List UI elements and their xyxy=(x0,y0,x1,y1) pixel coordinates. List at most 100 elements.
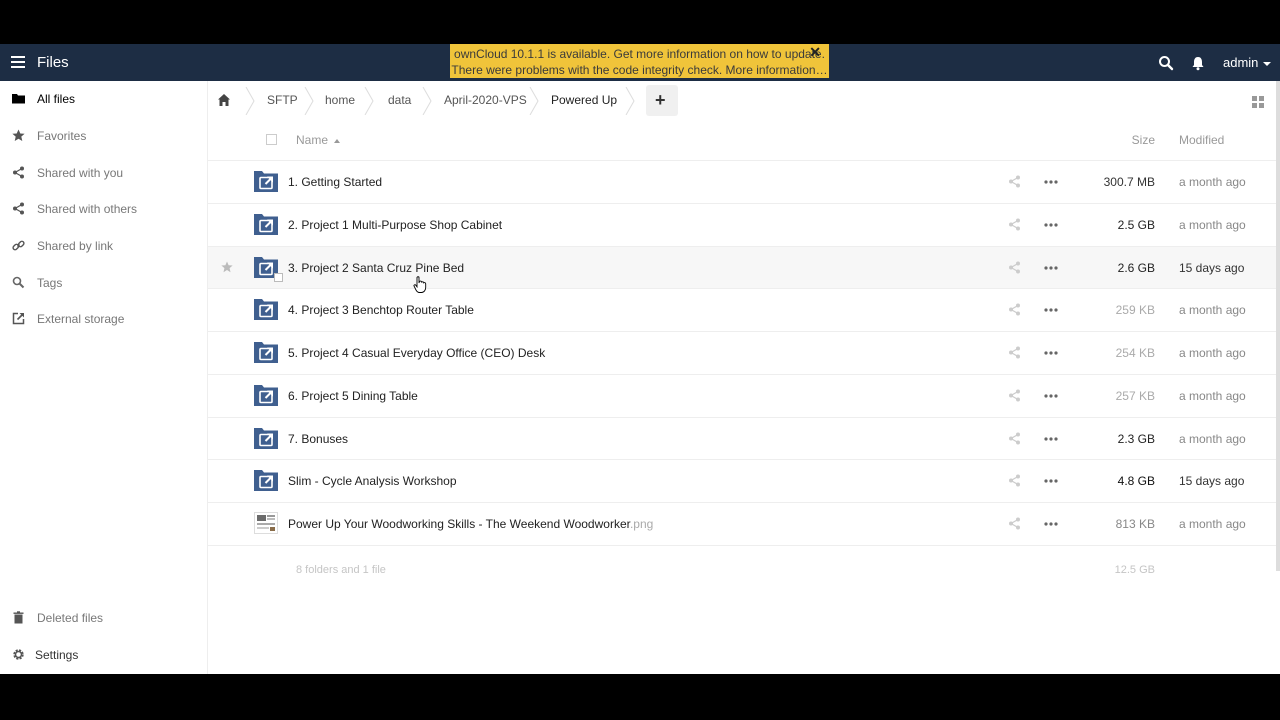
breadcrumb-item[interactable]: SFTP xyxy=(267,93,298,107)
file-basename: Slim - Cycle Analysis Workshop xyxy=(288,474,457,489)
file-row[interactable]: Slim - Cycle Analysis Workshop 4.8 GB 15 d… xyxy=(208,460,1276,503)
more-options-icon[interactable] xyxy=(1044,394,1058,398)
new-button[interactable]: + xyxy=(646,85,678,116)
summary-size: 12.5 GB xyxy=(1114,564,1155,576)
grid-view-icon[interactable] xyxy=(1252,96,1264,108)
notification-integrity-text[interactable]: There were problems with the code integr… xyxy=(450,62,829,78)
row-checkbox[interactable] xyxy=(274,272,283,282)
share-icon[interactable] xyxy=(1008,474,1021,487)
share-icon[interactable] xyxy=(1008,517,1021,530)
sidebar-item-label: Shared with others xyxy=(37,202,138,216)
file-row[interactable]: 4. Project 3 Benchtop Router Table 259 KB… xyxy=(208,289,1276,332)
more-options-icon[interactable] xyxy=(1044,223,1058,227)
breadcrumb-item-current[interactable]: Powered Up xyxy=(551,93,617,107)
file-row[interactable]: 1. Getting Started 300.7 MB a month ago xyxy=(208,161,1276,204)
file-basename: 5. Project 4 Casual Everyday Office (CEO… xyxy=(288,346,546,360)
column-modified[interactable]: Modified xyxy=(1179,133,1224,147)
file-row[interactable]: 3. Project 2 Santa Cruz Pine Bed 2.6 GB 15… xyxy=(208,246,1276,290)
more-options-icon[interactable] xyxy=(1044,308,1058,312)
link-icon xyxy=(12,240,25,251)
sidebar-item-favorites[interactable]: Favorites xyxy=(0,121,208,151)
more-options-icon[interactable] xyxy=(1044,479,1058,483)
file-size: 254 KB xyxy=(1115,346,1155,360)
share-icon[interactable] xyxy=(1008,432,1021,445)
more-options-icon[interactable] xyxy=(1044,436,1058,441)
sidebar-item-deleted-files[interactable]: Deleted files xyxy=(0,603,208,633)
file-modified: a month ago xyxy=(1179,388,1246,403)
breadcrumb-item[interactable]: data xyxy=(388,93,411,107)
file-basename: 4. Project 3 Benchtop Router Table xyxy=(288,303,474,318)
sidebar-item-shared-with-others[interactable]: Shared with others xyxy=(0,194,208,224)
plus-icon: + xyxy=(655,90,666,110)
close-icon[interactable]: ✕ xyxy=(809,44,821,60)
shared-folder-icon xyxy=(254,213,278,235)
star-icon[interactable] xyxy=(221,261,233,273)
breadcrumb-item[interactable]: April-2020-VPS xyxy=(444,93,527,107)
hand-cursor-icon xyxy=(413,276,427,293)
shared-folder-icon xyxy=(254,384,278,406)
sidebar-item-label: Shared by link xyxy=(37,239,114,253)
home-icon[interactable] xyxy=(217,93,231,107)
file-name[interactable]: 2. Project 1 Multi-Purpose Shop Cabinet xyxy=(288,218,502,232)
file-row[interactable]: 7. Bonuses 2.3 GB a month ago xyxy=(208,418,1276,461)
chevron-right-icon xyxy=(364,87,374,115)
sidebar-item-shared-by-link[interactable]: Shared by link xyxy=(0,231,208,261)
file-row[interactable]: 5. Project 4 Casual Everyday Office (CEO… xyxy=(208,332,1276,375)
file-name[interactable]: 6. Project 5 Dining Table xyxy=(288,389,418,403)
file-modified: a month ago xyxy=(1179,517,1246,531)
share-icon xyxy=(13,166,24,179)
more-options-icon[interactable] xyxy=(1044,180,1058,184)
shared-folder-icon xyxy=(254,299,278,321)
select-all-checkbox[interactable] xyxy=(266,134,277,145)
file-name[interactable]: Slim - Cycle Analysis Workshop xyxy=(288,474,457,488)
more-options-icon[interactable] xyxy=(1044,351,1058,355)
share-icon[interactable] xyxy=(1008,261,1021,274)
breadcrumb-item[interactable]: home xyxy=(325,93,355,107)
search-icon[interactable] xyxy=(1158,55,1174,71)
menu-icon[interactable] xyxy=(11,56,25,68)
file-size: 259 KB xyxy=(1115,303,1155,318)
file-name[interactable]: Power Up Your Woodworking Skills - The W… xyxy=(288,517,653,531)
file-basename: 3. Project 2 Santa Cruz Pine Bed xyxy=(288,260,465,275)
file-name[interactable]: 5. Project 4 Casual Everyday Office (CEO… xyxy=(288,346,545,360)
scrollbar[interactable] xyxy=(1276,81,1280,571)
file-size: 257 KB xyxy=(1115,388,1155,403)
file-size: 300.7 MB xyxy=(1103,175,1155,189)
share-icon[interactable] xyxy=(1008,389,1021,402)
chevron-right-icon xyxy=(245,87,255,115)
file-basename: 6. Project 5 Dining Table xyxy=(288,388,418,403)
external-icon xyxy=(12,312,25,325)
file-name[interactable]: 3. Project 2 Santa Cruz Pine Bed xyxy=(288,261,464,275)
sidebar-item-tags[interactable]: Tags xyxy=(0,268,208,298)
summary-count: 8 folders and 1 file xyxy=(296,564,386,576)
share-icon[interactable] xyxy=(1008,175,1021,188)
bell-icon[interactable] xyxy=(1191,55,1205,71)
file-modified: a month ago xyxy=(1179,346,1246,360)
more-options-icon[interactable] xyxy=(1044,265,1058,270)
sidebar-item-settings[interactable]: Settings xyxy=(0,640,208,670)
file-row[interactable]: 2. Project 1 Multi-Purpose Shop Cabinet 2… xyxy=(208,204,1276,247)
file-name[interactable]: 7. Bonuses xyxy=(288,432,348,446)
sidebar-item-external-storage[interactable]: External storage xyxy=(0,304,208,334)
chevron-right-icon xyxy=(625,87,635,115)
sidebar-item-shared-with-you[interactable]: Shared with you xyxy=(0,158,208,188)
file-size: 2.6 GB xyxy=(1117,260,1155,275)
top-header: Files ownCloud 10.1.1 is available. Get … xyxy=(0,44,1280,81)
file-name[interactable]: 4. Project 3 Benchtop Router Table xyxy=(288,303,474,317)
app-title[interactable]: Files xyxy=(37,54,69,71)
share-icon[interactable] xyxy=(1008,346,1021,359)
notification-update-text[interactable]: ownCloud 10.1.1 is available. Get more i… xyxy=(450,46,829,62)
column-name[interactable]: Name xyxy=(296,133,341,147)
user-menu[interactable]: admin xyxy=(1223,55,1272,70)
sidebar-item-all-files[interactable]: All files xyxy=(0,84,208,114)
file-row[interactable]: Power Up Your Woodworking Skills - The W… xyxy=(208,503,1276,546)
file-name[interactable]: 1. Getting Started xyxy=(288,175,382,189)
share-icon[interactable] xyxy=(1008,303,1021,316)
column-size[interactable]: Size xyxy=(1132,133,1155,147)
share-icon[interactable] xyxy=(1008,218,1021,231)
file-size: 4.8 GB xyxy=(1117,474,1155,489)
file-table-header: Name Size Modified xyxy=(208,121,1276,161)
file-row[interactable]: 6. Project 5 Dining Table 257 KB a month a… xyxy=(208,375,1276,418)
sidebar-item-label: External storage xyxy=(37,312,125,326)
more-options-icon[interactable] xyxy=(1044,522,1058,526)
